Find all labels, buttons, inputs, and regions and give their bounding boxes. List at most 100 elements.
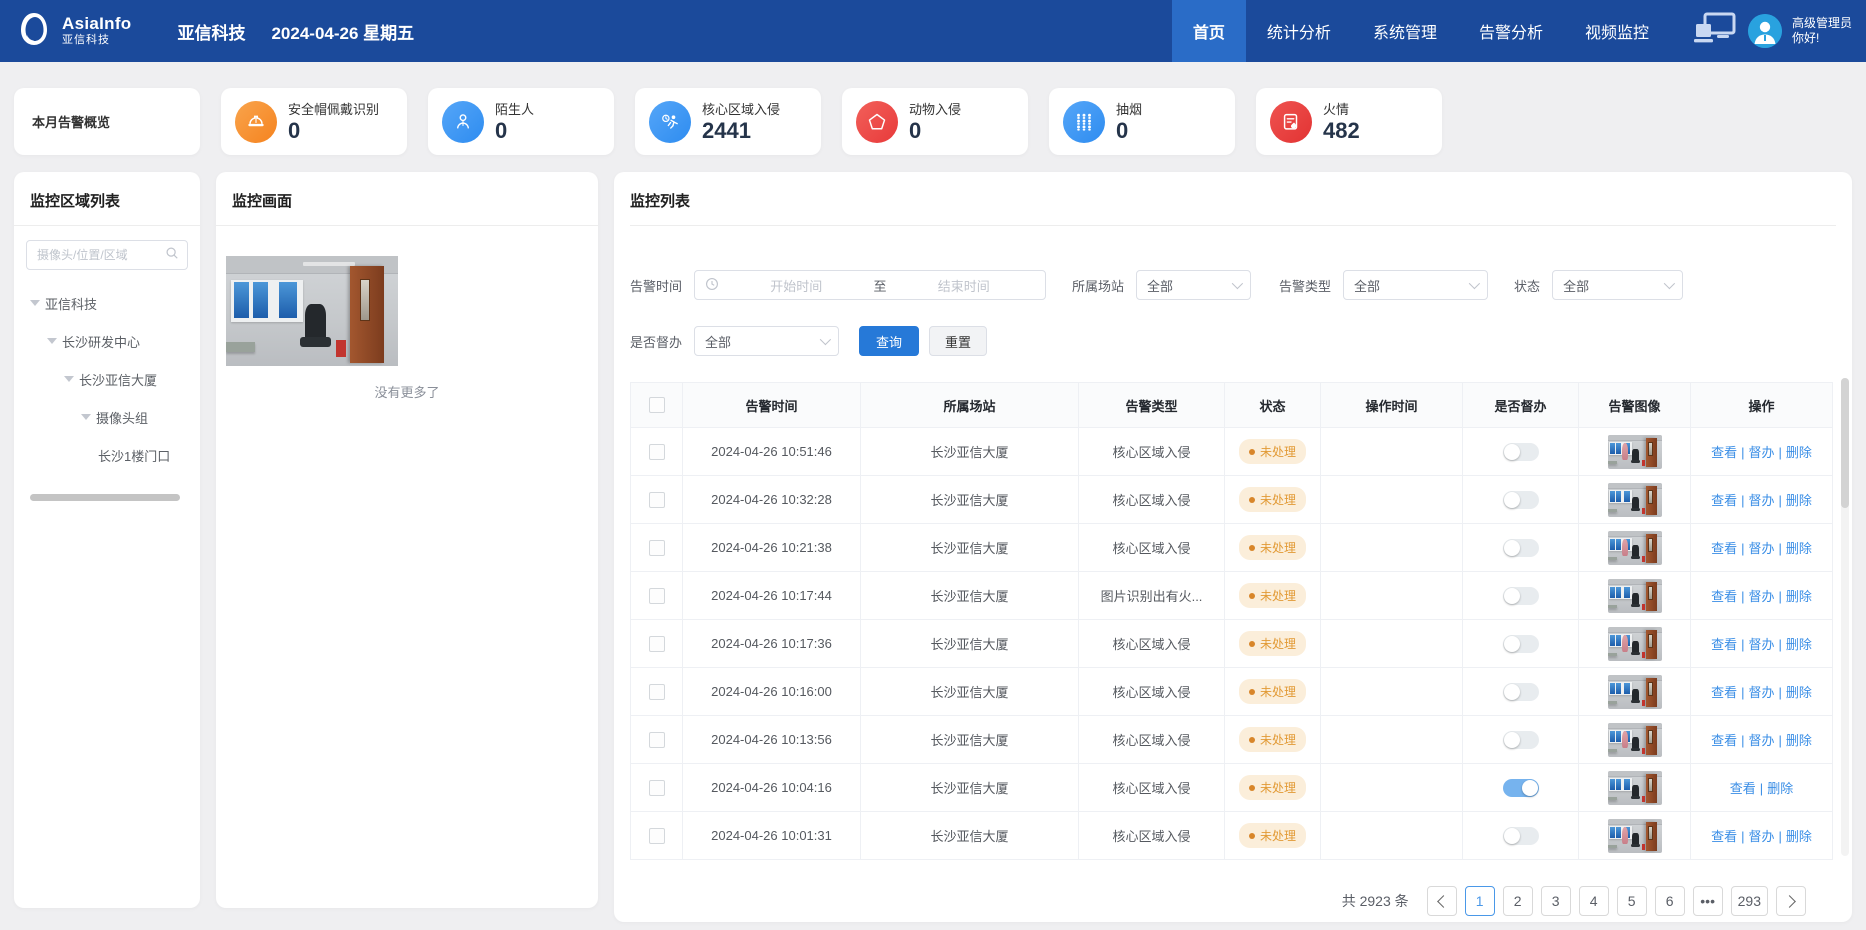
action-separator: |: [1741, 733, 1744, 748]
action-delete[interactable]: 删除: [1786, 829, 1812, 844]
caret-down-icon: [30, 300, 40, 306]
horizontal-scrollbar[interactable]: [30, 494, 180, 501]
supervise-toggle[interactable]: [1503, 731, 1539, 749]
page-button[interactable]: 1: [1465, 886, 1495, 916]
action-delete[interactable]: 删除: [1786, 589, 1812, 604]
action-supervise[interactable]: 督办: [1748, 637, 1774, 652]
camera-feed[interactable]: [226, 256, 598, 366]
user-avatar[interactable]: [1748, 14, 1782, 48]
vertical-scrollbar[interactable]: [1841, 378, 1849, 856]
action-view[interactable]: 查看: [1711, 589, 1737, 604]
alarm-type-select[interactable]: 全部: [1343, 270, 1488, 300]
select-all-checkbox[interactable]: [649, 397, 665, 413]
tree-node[interactable]: 摄像头组: [14, 398, 200, 436]
action-view[interactable]: 查看: [1711, 685, 1737, 700]
ellipsis-button[interactable]: •••: [1693, 886, 1723, 916]
supervise-toggle[interactable]: [1503, 491, 1539, 509]
page-button[interactable]: 5: [1617, 886, 1647, 916]
nav-item[interactable]: 告警分析: [1458, 0, 1564, 62]
station-cell: 长沙亚信大厦: [861, 668, 1079, 716]
next-page-button[interactable]: [1776, 886, 1806, 916]
row-checkbox[interactable]: [649, 684, 665, 700]
row-checkbox[interactable]: [649, 540, 665, 556]
scrollbar-thumb[interactable]: [1841, 378, 1849, 508]
nav-item[interactable]: 系统管理: [1352, 0, 1458, 62]
station-select[interactable]: 全部: [1136, 270, 1251, 300]
table-row: 2024-04-26 10:01:31长沙亚信大厦核心区域入侵未处理查看|督办|…: [631, 812, 1833, 860]
supervise-toggle[interactable]: [1503, 827, 1539, 845]
tree-node[interactable]: 长沙亚信大厦: [14, 360, 200, 398]
status-select[interactable]: 全部: [1552, 270, 1683, 300]
action-delete[interactable]: 删除: [1786, 637, 1812, 652]
checkbox-cell: [631, 428, 683, 476]
nav-item[interactable]: 视频监控: [1564, 0, 1670, 62]
supervise-toggle[interactable]: [1503, 539, 1539, 557]
stat-card[interactable]: 火情482: [1256, 88, 1442, 155]
reset-button[interactable]: 重置: [929, 326, 987, 356]
supervise-toggle[interactable]: [1503, 635, 1539, 653]
row-checkbox[interactable]: [649, 492, 665, 508]
row-checkbox[interactable]: [649, 780, 665, 796]
action-supervise[interactable]: 督办: [1748, 685, 1774, 700]
row-checkbox[interactable]: [649, 732, 665, 748]
action-view[interactable]: 查看: [1711, 541, 1737, 556]
action-supervise[interactable]: 督办: [1748, 589, 1774, 604]
supervise-toggle[interactable]: [1503, 443, 1539, 461]
stat-card[interactable]: 安全帽佩戴识别0: [221, 88, 407, 155]
row-checkbox[interactable]: [649, 588, 665, 604]
page-buttons: 123456 ••• 293: [1465, 886, 1768, 916]
end-time-input[interactable]: 结束时间: [893, 276, 1036, 295]
region-panel-title: 监控区域列表: [14, 172, 200, 225]
stat-text: 抽烟0: [1116, 99, 1142, 143]
action-supervise[interactable]: 督办: [1748, 493, 1774, 508]
action-delete[interactable]: 删除: [1786, 541, 1812, 556]
tree-node[interactable]: 亚信科技: [14, 284, 200, 322]
user-role: 高级管理员: [1792, 16, 1852, 31]
action-supervise[interactable]: 督办: [1748, 733, 1774, 748]
action-delete[interactable]: 删除: [1786, 685, 1812, 700]
nav-item[interactable]: 统计分析: [1246, 0, 1352, 62]
action-view[interactable]: 查看: [1730, 781, 1756, 796]
row-checkbox[interactable]: [649, 636, 665, 652]
search-icon[interactable]: [165, 246, 179, 265]
action-view[interactable]: 查看: [1711, 733, 1737, 748]
multi-screen-icon[interactable]: [1692, 12, 1738, 51]
stat-card[interactable]: 抽烟0: [1049, 88, 1235, 155]
action-view[interactable]: 查看: [1711, 445, 1737, 460]
stat-text: 核心区域入侵2441: [702, 99, 780, 143]
supervise-select[interactable]: 全部: [694, 326, 839, 356]
action-view[interactable]: 查看: [1711, 829, 1737, 844]
action-delete[interactable]: 删除: [1786, 493, 1812, 508]
user-info[interactable]: 高级管理员 你好!: [1792, 16, 1852, 46]
stat-card[interactable]: 动物入侵0: [842, 88, 1028, 155]
camera-search-input[interactable]: [35, 247, 159, 263]
tree-node[interactable]: 长沙研发中心: [14, 322, 200, 360]
prev-page-button[interactable]: [1427, 886, 1457, 916]
date-range-input[interactable]: 开始时间 至 结束时间: [694, 270, 1046, 300]
page-button[interactable]: 6: [1655, 886, 1685, 916]
supervise-toggle[interactable]: [1503, 587, 1539, 605]
page-button[interactable]: 293: [1731, 886, 1768, 916]
page-button[interactable]: 3: [1541, 886, 1571, 916]
supervise-toggle[interactable]: [1503, 779, 1539, 797]
action-view[interactable]: 查看: [1711, 637, 1737, 652]
nav-item[interactable]: 首页: [1172, 0, 1246, 62]
action-view[interactable]: 查看: [1711, 493, 1737, 508]
table-header-row: 告警时间所属场站告警类型状态操作时间是否督办告警图像操作: [631, 383, 1833, 428]
query-button[interactable]: 查询: [859, 326, 919, 356]
row-checkbox[interactable]: [649, 444, 665, 460]
tree-node[interactable]: 长沙1楼门口: [14, 436, 200, 474]
action-delete[interactable]: 删除: [1786, 733, 1812, 748]
page-button[interactable]: 4: [1579, 886, 1609, 916]
start-time-input[interactable]: 开始时间: [725, 276, 868, 295]
action-delete[interactable]: 删除: [1786, 445, 1812, 460]
stat-card[interactable]: 核心区域入侵2441: [635, 88, 821, 155]
stat-card[interactable]: 陌生人0: [428, 88, 614, 155]
action-supervise[interactable]: 督办: [1748, 445, 1774, 460]
supervise-toggle[interactable]: [1503, 683, 1539, 701]
action-delete[interactable]: 删除: [1767, 781, 1793, 796]
action-supervise[interactable]: 督办: [1748, 541, 1774, 556]
row-checkbox[interactable]: [649, 828, 665, 844]
action-supervise[interactable]: 督办: [1748, 829, 1774, 844]
page-button[interactable]: 2: [1503, 886, 1533, 916]
